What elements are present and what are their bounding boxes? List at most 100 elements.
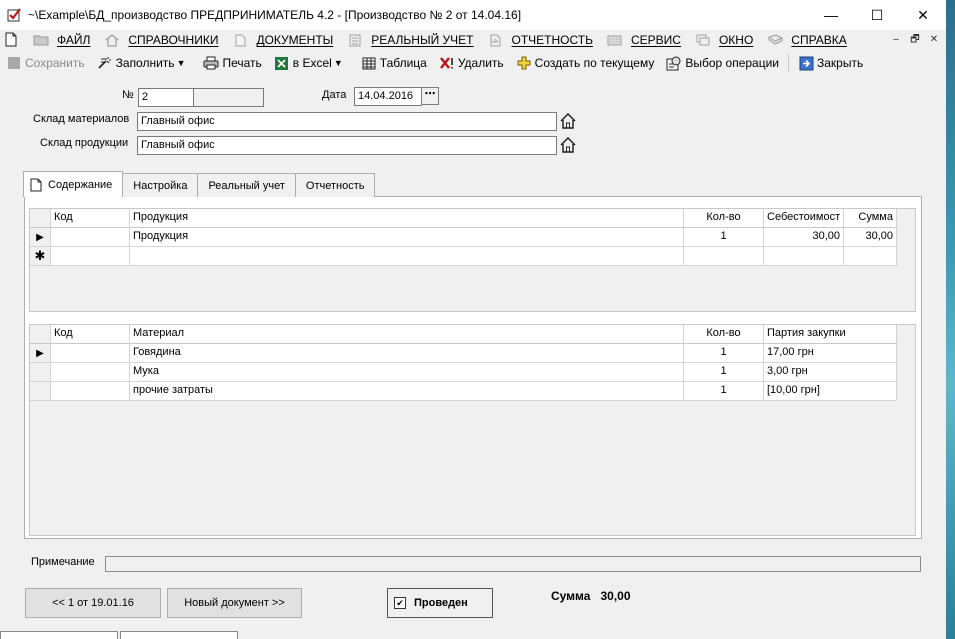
cell-material[interactable]: прочие затраты [130, 382, 684, 401]
cell-code[interactable] [51, 363, 130, 382]
menu-service[interactable]: Сервис [607, 30, 681, 50]
cell-code[interactable] [51, 247, 130, 266]
create-from-current-button[interactable]: Создать по текущему [510, 52, 661, 74]
row-selector[interactable] [30, 363, 51, 382]
new-document-button[interactable]: Новый документ >> [167, 588, 302, 618]
mdi-close-button[interactable]: ✕ [926, 33, 942, 47]
minimize-button[interactable]: — [808, 0, 854, 30]
menu-window[interactable]: Окно [695, 30, 753, 50]
table-row[interactable]: прочие затраты 1 [10,00 грн] [30, 382, 897, 401]
table-row[interactable]: ▶ Говядина 1 17,00 грн [30, 344, 897, 363]
cell-batch[interactable]: 3,00 грн [764, 363, 897, 382]
cell-cost[interactable] [764, 247, 844, 266]
note-label: Примечание [31, 556, 95, 568]
date-input[interactable]: 14.04.2016 [354, 87, 422, 106]
previous-document-button[interactable]: << 1 от 19.01.16 [25, 588, 161, 618]
close-document-button[interactable]: Закрыть [792, 52, 869, 74]
printer-icon [203, 55, 219, 71]
cell-code[interactable] [51, 228, 130, 247]
menu-reports[interactable]: Отчетность [488, 30, 593, 50]
column-header-product[interactable]: Продукция [130, 209, 684, 228]
cell-qty[interactable]: 1 [684, 363, 764, 382]
title-bar: ~\Example\БД_производство ПРЕДПРИНИМАТЕЛ… [0, 0, 946, 30]
materials-grid: Код Материал Кол-во Партия закупки ▶ Гов… [29, 324, 916, 536]
column-header-cost[interactable]: Себестоимост [764, 209, 844, 228]
column-header-code[interactable]: Код [51, 325, 130, 344]
warehouse-home-icon[interactable] [559, 136, 577, 154]
mdi-minimize-button[interactable]: – [888, 33, 904, 47]
cell-qty[interactable] [684, 247, 764, 266]
products-warehouse-input[interactable]: Главный офис [137, 136, 557, 155]
excel-dropdown-arrow-icon[interactable]: ▼ [334, 58, 343, 68]
column-header-code[interactable]: Код [51, 209, 130, 228]
menu-real-accounting[interactable]: Реальный учет [347, 30, 474, 50]
fill-wand-icon [97, 55, 113, 71]
cell-qty[interactable]: 1 [684, 344, 764, 363]
table-button[interactable]: Таблица [355, 52, 433, 74]
row-selector[interactable] [30, 382, 51, 401]
tab-reports[interactable]: Отчетность [294, 173, 376, 197]
cell-qty[interactable]: 1 [684, 382, 764, 401]
column-header-material[interactable]: Материал [130, 325, 684, 344]
close-window-button[interactable]: ✕ [900, 0, 946, 30]
mdi-window-tab[interactable] [0, 631, 118, 639]
tab-real-accounting[interactable]: Реальный учет [197, 173, 296, 197]
folder-icon [33, 33, 49, 47]
menu-help[interactable]: Справка [767, 30, 847, 50]
column-header-qty[interactable]: Кол-во [684, 325, 764, 344]
posted-checkbox-group[interactable]: ✔ Проведен [387, 588, 493, 618]
table-row[interactable]: ▶ Продукция 1 30,00 30,00 [30, 228, 897, 247]
total-sum: Сумма 30,00 [551, 589, 631, 603]
note-input[interactable] [105, 556, 921, 572]
total-sum-value: 30,00 [600, 589, 631, 603]
products-grid: Код Продукция Кол-во Себестоимост Сумма … [29, 208, 916, 312]
cell-batch[interactable]: [10,00 грн] [764, 382, 897, 401]
cell-batch[interactable]: 17,00 грн [764, 344, 897, 363]
maximize-button[interactable]: ☐ [854, 0, 900, 30]
cell-sum[interactable]: 30,00 [844, 228, 897, 247]
fill-button[interactable]: Заполнить ▼ [91, 52, 198, 74]
select-operation-button[interactable]: Выбор операции [660, 52, 785, 74]
column-header-batch[interactable]: Партия закупки [764, 325, 897, 344]
table-row[interactable]: Мука 1 3,00 грн [30, 363, 897, 382]
cell-product[interactable]: Продукция [130, 228, 684, 247]
cell-material[interactable]: Говядина [130, 344, 684, 363]
cell-code[interactable] [51, 382, 130, 401]
menu-references[interactable]: Справочники [104, 30, 218, 50]
desktop-background [946, 0, 955, 639]
materials-warehouse-input[interactable]: Главный офис [137, 112, 557, 131]
toolbar-separator [788, 54, 789, 72]
exit-arrow-icon [798, 55, 814, 71]
delete-button[interactable]: Удалить [433, 52, 510, 74]
cell-qty[interactable]: 1 [684, 228, 764, 247]
cell-code[interactable] [51, 344, 130, 363]
cell-sum[interactable] [844, 247, 897, 266]
cell-material[interactable]: Мука [130, 363, 684, 382]
date-picker-button[interactable]: ⋯ [421, 87, 439, 105]
cell-product[interactable] [130, 247, 684, 266]
number-input[interactable]: 2 [138, 88, 194, 107]
menu-documents[interactable]: Документы [232, 30, 333, 50]
current-row-arrow-icon[interactable]: ▶ [30, 228, 51, 247]
export-excel-button[interactable]: в Excel ▼ [268, 52, 355, 74]
tab-settings[interactable]: Настройка [122, 173, 199, 197]
mdi-restore-button[interactable]: 🗗 [907, 33, 923, 47]
print-button[interactable]: Печать [197, 52, 267, 74]
column-header-qty[interactable]: Кол-во [684, 209, 764, 228]
menu-file[interactable]: Файл [33, 30, 90, 50]
posted-checkbox[interactable]: ✔ [394, 597, 406, 609]
new-row[interactable]: ✱ [30, 247, 897, 266]
cell-cost[interactable]: 30,00 [764, 228, 844, 247]
warehouse-home-icon[interactable] [559, 112, 577, 130]
materials-grid-header: Код Материал Кол-во Партия закупки [30, 325, 897, 344]
document-icon[interactable] [5, 32, 19, 48]
column-header-sum[interactable]: Сумма [844, 209, 897, 228]
current-row-arrow-icon[interactable]: ▶ [30, 344, 51, 363]
new-row-asterisk-icon[interactable]: ✱ [30, 247, 51, 266]
save-button[interactable]: Сохранить [0, 52, 91, 74]
excel-icon [274, 55, 290, 71]
app-checkmark-icon[interactable] [6, 7, 22, 23]
tab-content[interactable]: Содержание [23, 171, 124, 197]
mdi-window-tab[interactable] [120, 631, 238, 639]
fill-dropdown-arrow-icon[interactable]: ▼ [177, 58, 186, 68]
